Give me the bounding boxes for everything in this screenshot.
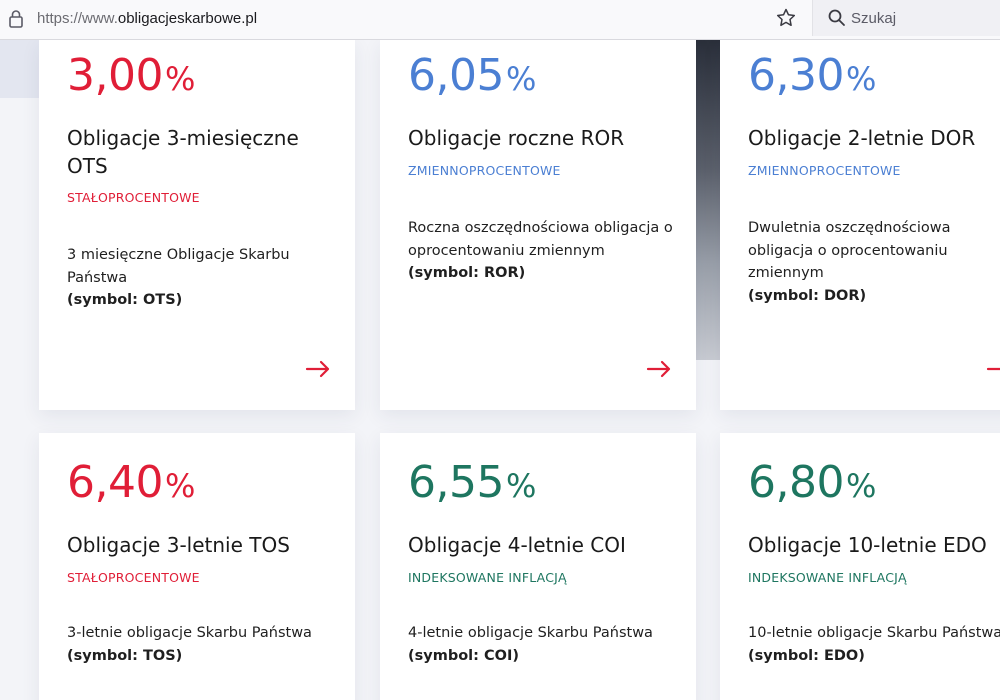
- search-input[interactable]: [851, 8, 991, 28]
- interest-rate: 6,40%: [67, 457, 195, 508]
- address-bar-url[interactable]: https://www.obligacjeskarbowe.pl: [37, 10, 257, 27]
- url-prefix: https://www.: [37, 10, 118, 27]
- bond-card-tos[interactable]: 6,40% Obligacje 3-letnie TOS STAŁOPROCEN…: [39, 433, 355, 700]
- rate-type-label: INDEKSOWANE INFLACJĄ: [748, 570, 907, 585]
- bond-symbol: (symbol: EDO): [748, 647, 865, 664]
- bond-card-coi[interactable]: 6,55% Obligacje 4-letnie COI INDEKSOWANE…: [380, 433, 696, 700]
- arrow-right-icon[interactable]: [646, 360, 672, 378]
- interest-rate: 6,05%: [408, 50, 536, 101]
- bookmark-star-icon[interactable]: [774, 6, 798, 30]
- arrow-right-icon[interactable]: [986, 360, 1000, 378]
- interest-rate: 3,00%: [67, 50, 195, 101]
- bond-symbol: (symbol: COI): [408, 647, 519, 664]
- browser-toolbar: https://www.obligacjeskarbowe.pl: [0, 0, 1000, 40]
- bond-symbol: (symbol: TOS): [67, 647, 183, 664]
- bond-symbol: (symbol: OTS): [67, 292, 183, 308]
- bond-card-dor[interactable]: 6,30% Obligacje 2-letnie DOR ZMIENNOPROC…: [720, 40, 1000, 410]
- rate-type-label: INDEKSOWANE INFLACJĄ: [408, 570, 567, 585]
- bond-description: 3-letnie obligacje Skarbu Państwa (symbol…: [67, 622, 337, 667]
- bond-title: Obligacje 3-miesięczne OTS: [67, 126, 299, 178]
- bond-title: Obligacje 10-letnie EDO: [748, 533, 987, 557]
- lock-icon[interactable]: [8, 9, 24, 29]
- bond-description: 10-letnie obligacje Skarbu Państwa (symbo…: [748, 622, 1000, 667]
- interest-rate: 6,55%: [408, 457, 536, 508]
- rate-type-label: STAŁOPROCENTOWE: [67, 190, 200, 205]
- bond-title: Obligacje 4-letnie COI: [408, 533, 626, 557]
- arrow-right-icon[interactable]: [305, 360, 331, 378]
- bond-description: Dwuletnia oszczędnościowa obligacja o op…: [748, 217, 968, 307]
- rate-type-label: ZMIENNOPROCENTOWE: [408, 163, 561, 178]
- bond-title: Obligacje 2-letnie DOR: [748, 126, 976, 150]
- bond-title: Obligacje 3-letnie TOS: [67, 533, 290, 557]
- bond-description: 3 miesięczne Obligacje Skarbu Państwa (sy…: [67, 244, 337, 312]
- bond-symbol: (symbol: DOR): [748, 287, 867, 304]
- bond-title: Obligacje roczne ROR: [408, 126, 625, 150]
- bond-symbol: (symbol: ROR): [408, 265, 526, 281]
- page-content: 3,00% Obligacje 3-miesięczne OTS STAŁOPR…: [0, 40, 1000, 700]
- bond-card-edo[interactable]: 6,80% Obligacje 10-letnie EDO INDEKSOWAN…: [720, 433, 1000, 700]
- interest-rate: 6,80%: [748, 457, 876, 508]
- rate-type-label: STAŁOPROCENTOWE: [67, 570, 200, 585]
- bond-card-ror[interactable]: 6,05% Obligacje roczne ROR ZMIENNOPROCEN…: [380, 40, 696, 410]
- rate-type-label: ZMIENNOPROCENTOWE: [748, 163, 901, 178]
- bond-card-ots[interactable]: 3,00% Obligacje 3-miesięczne OTS STAŁOPR…: [39, 40, 355, 410]
- search-icon: [828, 9, 845, 26]
- bond-description: Roczna oszczędnościowa obligacja o oproc…: [408, 217, 678, 285]
- bond-description: 4-letnie obligacje Skarbu Państwa (symbol…: [408, 622, 678, 667]
- interest-rate: 6,30%: [748, 50, 876, 101]
- url-domain: obligacjeskarbowe.pl: [117, 10, 258, 27]
- search-box: [812, 0, 1000, 36]
